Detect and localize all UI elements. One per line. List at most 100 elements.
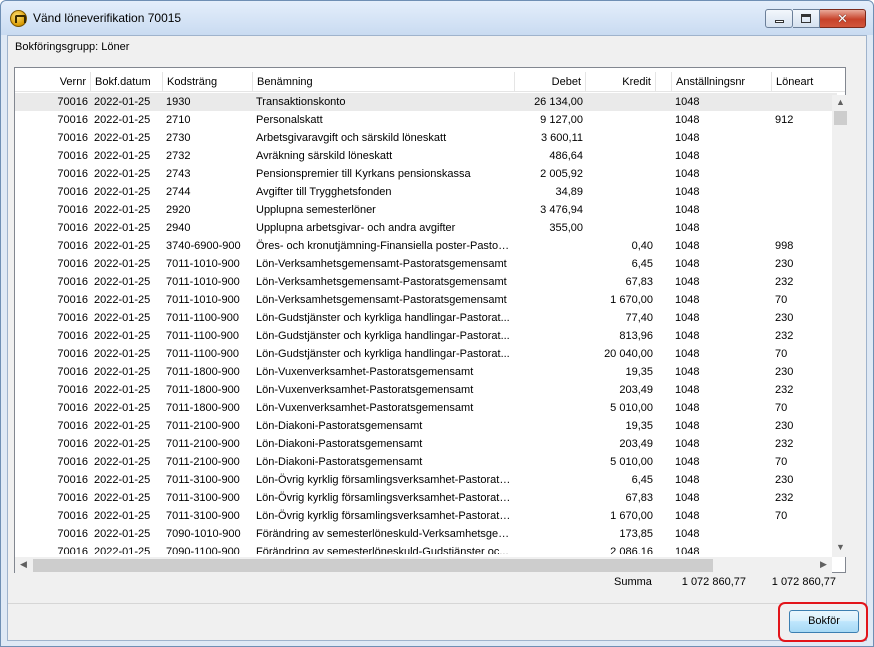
cell-loneart: 70 xyxy=(775,348,788,360)
cell-vernr: 70016 xyxy=(57,204,88,216)
cell-loneart: 230 xyxy=(775,258,794,270)
cell-kod: 7011-1010-900 xyxy=(166,258,240,270)
table-row[interactable]: 70016 2022-01-25 7011-1100-900 Lön-Gudstjän… xyxy=(15,309,837,327)
table-row[interactable]: 70016 2022-01-25 7011-2100-900 Lön-Diakoni-… xyxy=(15,453,837,471)
table-row[interactable]: 70016 2022-01-25 7011-1100-900 Lön-Gudstjän… xyxy=(15,345,837,363)
cell-debet: 486,64 xyxy=(549,150,583,162)
cell-vernr: 70016 xyxy=(57,474,88,486)
col-header-benamning[interactable]: Benämning xyxy=(253,72,515,92)
horizontal-scrollbar[interactable]: ◀ ▶ xyxy=(15,557,832,574)
table-row[interactable]: 70016 2022-01-25 7011-1800-900 Lön-Vuxenver… xyxy=(15,381,837,399)
cell-anstnr: 1048 xyxy=(675,204,700,216)
cell-debet xyxy=(515,291,586,309)
minimize-button[interactable] xyxy=(765,9,793,28)
table-row[interactable]: 70016 2022-01-25 7011-1800-900 Lön-Vuxenver… xyxy=(15,363,837,381)
cell-loneart: 232 xyxy=(775,276,794,288)
col-header-bokf-datum[interactable]: Bokf.datum xyxy=(91,72,163,92)
scroll-right-icon[interactable]: ▶ xyxy=(815,559,832,570)
cell-benamning: Lön-Vuxenverksamhet-Pastoratsgemensamt xyxy=(256,384,474,396)
cell-datum: 2022-01-25 xyxy=(94,186,151,198)
cell-anstnr: 1048 xyxy=(675,132,700,144)
cell-datum: 2022-01-25 xyxy=(94,438,151,450)
cell-loneart xyxy=(772,129,837,147)
cell-loneart: 70 xyxy=(775,294,788,306)
cell-datum: 2022-01-25 xyxy=(94,348,151,360)
cell-benamning: Förändring av semesterlöneskuld-Gudstjän… xyxy=(256,546,509,554)
cell-debet xyxy=(515,417,586,435)
scroll-down-icon[interactable]: ▼ xyxy=(832,542,849,552)
cell-anstnr: 1048 xyxy=(675,96,700,108)
cell-datum: 2022-01-25 xyxy=(94,150,151,162)
cell-debet xyxy=(515,345,586,363)
table-row[interactable]: 70016 2022-01-25 2710 Personalskatt 9 127,00… xyxy=(15,111,837,129)
cell-vernr: 70016 xyxy=(57,402,88,414)
cell-kredit xyxy=(586,183,656,201)
cell-anstnr: 1048 xyxy=(675,366,700,378)
cell-loneart xyxy=(772,543,837,554)
table-row[interactable]: 70016 2022-01-25 2730 Arbetsgivaravgift och… xyxy=(15,129,837,147)
vertical-scroll-thumb[interactable] xyxy=(834,111,847,125)
window-title: Vänd löneverifikation 70015 xyxy=(33,11,182,25)
cell-benamning: Förändring av semesterlöneskuld-Verksamh… xyxy=(256,528,515,540)
table-row[interactable]: 70016 2022-01-25 7011-2100-900 Lön-Diakoni-… xyxy=(15,435,837,453)
title-bar[interactable]: Vänd löneverifikation 70015 ✕ xyxy=(1,1,873,35)
table-row[interactable]: 70016 2022-01-25 3740-6900-900 Öres- och kr… xyxy=(15,237,837,255)
table-row[interactable]: 70016 2022-01-25 2743 Pensionspremier till … xyxy=(15,165,837,183)
scroll-left-icon[interactable]: ◀ xyxy=(15,559,32,570)
cell-benamning: Avgifter till Trygghetsfonden xyxy=(256,186,392,198)
cell-anstnr: 1048 xyxy=(675,546,700,554)
bookkeeping-group-label: Bokföringsgrupp: Löner xyxy=(15,41,130,53)
table-row[interactable]: 70016 2022-01-25 1930 Transaktionskonto 26 1… xyxy=(15,93,837,111)
cell-loneart: 912 xyxy=(775,114,794,126)
table-row[interactable]: 70016 2022-01-25 7011-2100-900 Lön-Diakoni-… xyxy=(15,417,837,435)
cell-benamning: Lön-Gudstjänster och kyrkliga handlingar… xyxy=(256,348,510,360)
table-row[interactable]: 70016 2022-01-25 7090-1010-900 Förändring a… xyxy=(15,525,837,543)
table-row[interactable]: 70016 2022-01-25 7011-1800-900 Lön-Vuxenver… xyxy=(15,399,837,417)
table-row[interactable]: 70016 2022-01-25 7011-1100-900 Lön-Gudstjän… xyxy=(15,327,837,345)
cell-kod: 7011-1800-900 xyxy=(166,366,240,378)
table-row[interactable]: 70016 2022-01-25 7011-3100-900 Lön-Övrig ky… xyxy=(15,489,837,507)
grid-rows: 70016 2022-01-25 1930 Transaktionskonto 26 1… xyxy=(15,93,837,554)
cell-kredit: 77,40 xyxy=(625,312,653,324)
col-header-kredit[interactable]: Kredit xyxy=(586,72,656,92)
close-button[interactable]: ✕ xyxy=(820,9,866,28)
cell-vernr: 70016 xyxy=(57,384,88,396)
cell-kod: 7011-1100-900 xyxy=(166,348,239,360)
table-row[interactable]: 70016 2022-01-25 7011-3100-900 Lön-Övrig ky… xyxy=(15,471,837,489)
col-header-loneart[interactable]: Löneart xyxy=(772,72,845,92)
cell-datum: 2022-01-25 xyxy=(94,546,151,554)
cell-kredit: 67,83 xyxy=(625,492,653,504)
cell-anstnr: 1048 xyxy=(675,384,700,396)
cell-loneart xyxy=(772,183,837,201)
vertical-scrollbar[interactable]: ▲ ▼ xyxy=(832,95,849,557)
verification-grid[interactable]: Vernr Bokf.datum Kodsträng Benämning Deb… xyxy=(14,67,846,573)
cell-loneart: 70 xyxy=(775,510,788,522)
table-row[interactable]: 70016 2022-01-25 7011-1010-900 Lön-Verksamh… xyxy=(15,291,837,309)
maximize-button[interactable] xyxy=(793,9,820,28)
table-row[interactable]: 70016 2022-01-25 7090-1100-900 Förändring a… xyxy=(15,543,837,554)
col-header-vernr[interactable]: Vernr xyxy=(15,72,91,92)
col-header-debet[interactable]: Debet xyxy=(515,72,586,92)
col-header-anstallningsnr[interactable]: Anställningsnr xyxy=(672,72,772,92)
col-header-kodstrang[interactable]: Kodsträng xyxy=(163,72,253,92)
table-row[interactable]: 70016 2022-01-25 7011-1010-900 Lön-Verksamh… xyxy=(15,273,837,291)
cell-loneart: 998 xyxy=(775,240,794,252)
cell-datum: 2022-01-25 xyxy=(94,420,151,432)
table-row[interactable]: 70016 2022-01-25 2940 Upplupna arbetsgivar-… xyxy=(15,219,837,237)
cell-datum: 2022-01-25 xyxy=(94,204,151,216)
horizontal-scroll-thumb[interactable] xyxy=(33,559,713,572)
cell-vernr: 70016 xyxy=(57,456,88,468)
table-row[interactable]: 70016 2022-01-25 2732 Avräkning särskild lö… xyxy=(15,147,837,165)
table-row[interactable]: 70016 2022-01-25 7011-1010-900 Lön-Verksamh… xyxy=(15,255,837,273)
table-row[interactable]: 70016 2022-01-25 7011-3100-900 Lön-Övrig ky… xyxy=(15,507,837,525)
bokfor-button[interactable]: Bokför xyxy=(789,610,859,633)
cell-benamning: Lön-Diakoni-Pastoratsgemensamt xyxy=(256,456,423,468)
cell-debet xyxy=(515,543,586,554)
table-row[interactable]: 70016 2022-01-25 2744 Avgifter till Trygghe… xyxy=(15,183,837,201)
scroll-up-icon[interactable]: ▲ xyxy=(832,97,849,107)
cell-debet xyxy=(515,381,586,399)
table-row[interactable]: 70016 2022-01-25 2920 Upplupna semesterlöne… xyxy=(15,201,837,219)
cell-benamning: Lön-Övrig kyrklig församlingsverksamhet-… xyxy=(256,492,514,504)
cell-loneart xyxy=(772,147,837,165)
cell-benamning: Lön-Diakoni-Pastoratsgemensamt xyxy=(256,420,423,432)
